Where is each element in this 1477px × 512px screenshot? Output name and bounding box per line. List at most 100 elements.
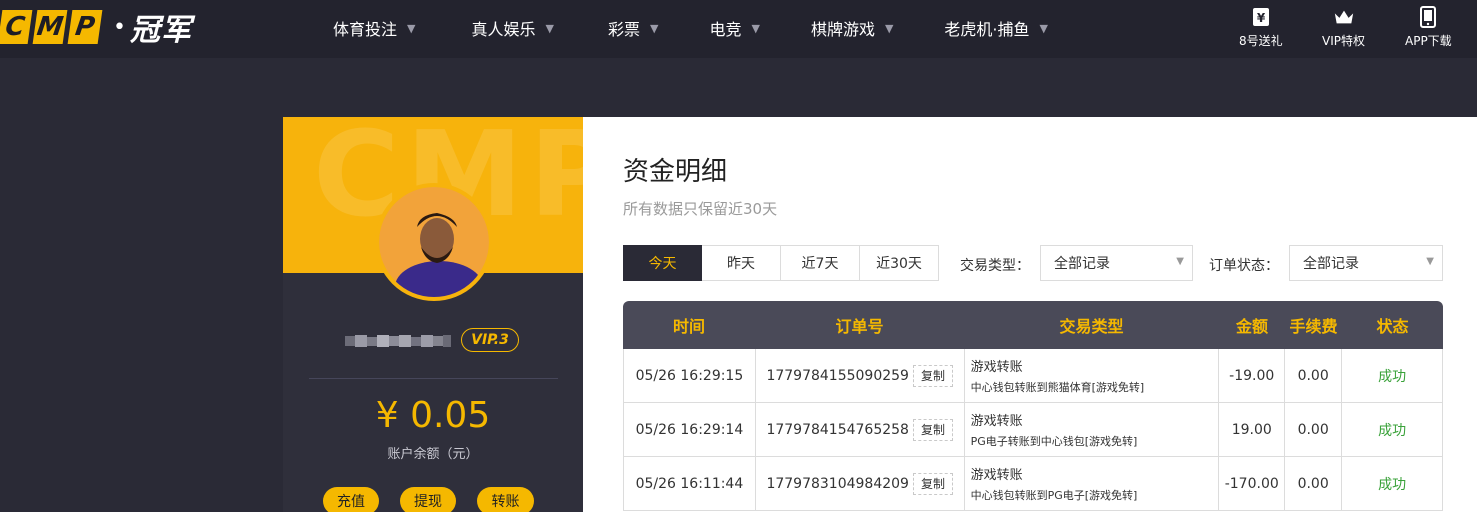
nav-slots-fishing[interactable]: 老虎机·捕鱼 ▼ [944, 16, 1048, 40]
chevron-down-icon: ▼ [1176, 256, 1184, 267]
top-header: C M P • 冠军 体育投注 ▼ 真人娱乐 ▼ 彩票 ▼ 电竞 ▼ 棋牌游戏 ▼ 老虎机… [0, 0, 1477, 58]
cell-time: 05/26 16:11:44 [624, 457, 756, 510]
nav-card-games[interactable]: 棋牌游戏 ▼ [811, 16, 893, 40]
transaction-type-text: 游戏转账 [970, 360, 1023, 375]
copy-order-button[interactable]: 复制 [912, 418, 953, 441]
main-nav: 体育投注 ▼ 真人娱乐 ▼ 彩票 ▼ 电竞 ▼ 棋牌游戏 ▼ 老虎机·捕鱼 ▼ [333, 0, 1048, 56]
withdraw-button[interactable]: 提现 [400, 487, 456, 512]
chevron-down-icon: ▼ [884, 21, 894, 35]
chevron-down-icon: ▼ [545, 21, 554, 35]
profile-divider [309, 378, 558, 379]
chevron-down-icon: ▼ [649, 21, 659, 35]
cell-status: 成功 [1342, 349, 1444, 402]
transactions-table: 时间 订单号 交易类型 金额 手续费 状态 05/26 16:29:15 177… [623, 301, 1444, 511]
transaction-detail-text: PG电子转账到中心钱包[游戏免转] [970, 435, 1138, 448]
chevron-down-icon: ▼ [1426, 256, 1434, 267]
table-row: 05/26 16:29:14 1779784154765258 复制 游戏转账 … [623, 403, 1444, 457]
quick-link-app-label: APP下载 [1405, 34, 1452, 48]
page-subtitle: 所有数据只保留近30天 [623, 200, 778, 218]
nav-live-casino-label: 真人娱乐 [471, 20, 536, 39]
transaction-type-label: 交易类型： [960, 258, 1030, 274]
header-fee: 手续费 [1289, 317, 1338, 336]
quick-link-vip-label: VIP特权 [1322, 34, 1365, 48]
chevron-down-icon: ▼ [751, 21, 760, 35]
cell-fee: 0.00 [1285, 403, 1343, 456]
nav-sports[interactable]: 体育投注 ▼ [333, 16, 415, 40]
cell-transaction-type: 游戏转账 PG电子转账到中心钱包[游戏免转] [965, 403, 1220, 456]
nav-card-games-label: 棋牌游戏 [810, 20, 875, 39]
header-status: 状态 [1376, 317, 1409, 336]
cell-status: 成功 [1342, 403, 1444, 456]
profile-card: CMP VIP.3 ¥ 0.05 账户余额（元） 充值 提现 转账 [283, 117, 583, 512]
nav-esports-label: 电竞 [709, 20, 742, 39]
nav-slots-fishing-label: 老虎机·捕鱼 [944, 20, 1030, 39]
table-row: 05/26 16:29:15 1779784155090259 复制 游戏转账 … [623, 349, 1444, 403]
quick-link-app[interactable]: APP下载 [1405, 6, 1452, 49]
cell-time: 05/26 16:29:15 [624, 349, 756, 402]
account-balance: ¥ 0.05 [375, 395, 491, 436]
order-number-text: 1779784154765258 [766, 421, 909, 438]
tab-last-7-days[interactable]: 近7天 [781, 245, 860, 281]
svg-text:¥: ¥ [1257, 11, 1266, 25]
crown-icon [1333, 6, 1355, 28]
cell-transaction-type: 游戏转账 中心钱包转账到PG电子[游戏免转] [965, 457, 1220, 510]
transaction-detail-text: 中心钱包转账到熊猫体育[游戏免转] [970, 381, 1145, 394]
quick-link-vip[interactable]: VIP特权 [1322, 6, 1365, 49]
username-masked [345, 333, 451, 349]
date-range-tabs: 今天 昨天 近7天 近30天 [623, 245, 939, 281]
funds-detail-panel: 资金明细 所有数据只保留近30天 今天 昨天 近7天 近30天 交易类型： 全部… [583, 117, 1477, 512]
deposit-button[interactable]: 充值 [323, 487, 379, 512]
logo-letter-c: C [0, 10, 33, 44]
chevron-down-icon: ▼ [407, 21, 416, 35]
header-transaction-type: 交易类型 [1059, 317, 1124, 336]
header-time: 时间 [672, 317, 705, 336]
header-order-number: 订单号 [835, 317, 884, 336]
tab-yesterday[interactable]: 昨天 [702, 245, 781, 281]
header-amount: 金额 [1235, 317, 1268, 336]
order-number-text: 1779783104984209 [766, 475, 909, 492]
nav-sports-label: 体育投注 [333, 20, 398, 39]
copy-order-button[interactable]: 复制 [912, 364, 953, 387]
logo-dot: • [113, 14, 126, 40]
cell-fee: 0.00 [1285, 349, 1343, 402]
nav-live-casino[interactable]: 真人娱乐 ▼ [471, 16, 553, 40]
transaction-type-select[interactable]: 全部记录 ▼ [1040, 245, 1193, 281]
logo-letter-m: M [32, 10, 68, 44]
nav-esports[interactable]: 电竞 ▼ [709, 16, 759, 40]
logo-name: 冠军 [129, 13, 192, 48]
table-row: 05/26 16:11:44 1779783104984209 复制 游戏转账 … [623, 457, 1444, 511]
order-status-label: 订单状态： [1209, 258, 1279, 274]
tab-last-30-days[interactable]: 近30天 [860, 245, 939, 281]
transaction-type-text: 游戏转账 [970, 414, 1023, 429]
cell-time: 05/26 16:29:14 [624, 403, 756, 456]
cell-order-number: 1779784154765258 复制 [756, 403, 965, 456]
chevron-down-icon: ▼ [1039, 21, 1048, 35]
quick-link-gift-label: 8号送礼 [1239, 34, 1283, 48]
order-status-value: 全部记录 [1303, 256, 1359, 272]
brand-logo[interactable]: C M P • 冠军 [0, 8, 192, 48]
copy-order-button[interactable]: 复制 [912, 472, 953, 495]
nav-lottery-label: 彩票 [607, 20, 640, 39]
cell-order-number: 1779784155090259 复制 [756, 349, 965, 402]
gift-yen-icon: ¥ [1250, 6, 1272, 28]
order-number-text: 1779784155090259 [766, 367, 909, 384]
transaction-type-value: 全部记录 [1054, 256, 1110, 272]
cell-amount: 19.00 [1219, 403, 1286, 456]
cell-amount: -170.00 [1219, 457, 1286, 510]
cell-transaction-type: 游戏转账 中心钱包转账到熊猫体育[游戏免转] [965, 349, 1220, 402]
quick-link-gift[interactable]: ¥ 8号送礼 [1239, 6, 1283, 49]
page-title: 资金明细 [623, 157, 728, 187]
nav-lottery[interactable]: 彩票 ▼ [608, 16, 658, 40]
logo-letter-p: P [67, 10, 103, 44]
transfer-button[interactable]: 转账 [477, 487, 534, 512]
avatar[interactable] [375, 183, 493, 301]
phone-icon [1417, 6, 1439, 28]
vip-level-badge: VIP.3 [461, 328, 519, 352]
order-status-select[interactable]: 全部记录 ▼ [1289, 245, 1443, 281]
cell-order-number: 1779783104984209 复制 [756, 457, 965, 510]
table-header: 时间 订单号 交易类型 金额 手续费 状态 [623, 301, 1443, 349]
tab-today[interactable]: 今天 [623, 245, 702, 281]
transaction-detail-text: 中心钱包转账到PG电子[游戏免转] [970, 489, 1138, 502]
transaction-type-text: 游戏转账 [970, 468, 1023, 483]
account-balance-label: 账户余额（元） [387, 447, 479, 462]
